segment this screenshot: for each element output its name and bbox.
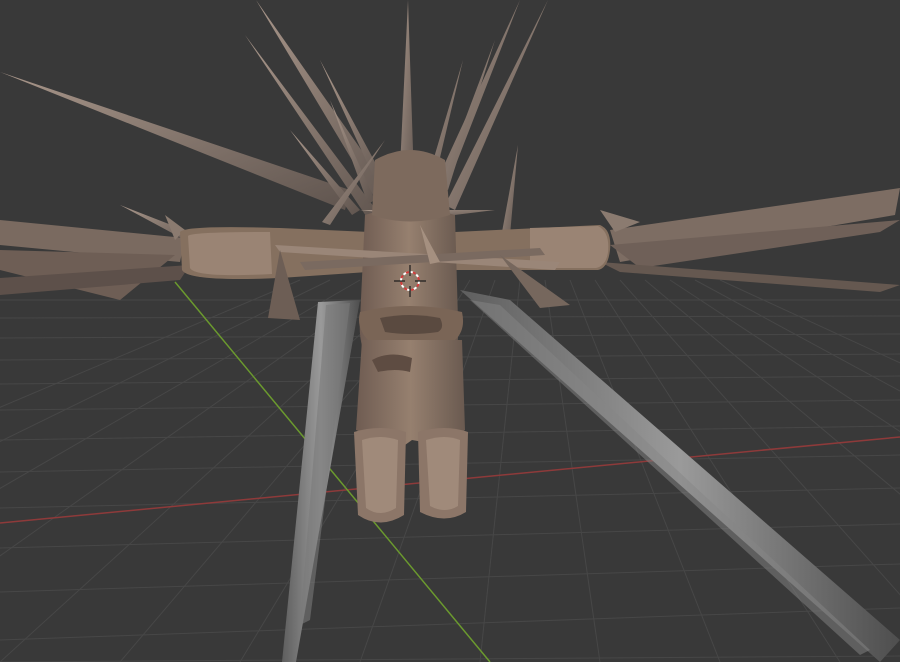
mesh-spikes-left	[0, 215, 190, 300]
3d-viewport[interactable]	[0, 0, 900, 662]
mesh-spikes-right	[600, 188, 900, 292]
mesh-spikes-upper	[0, 0, 548, 248]
viewport-canvas[interactable]	[0, 0, 900, 662]
